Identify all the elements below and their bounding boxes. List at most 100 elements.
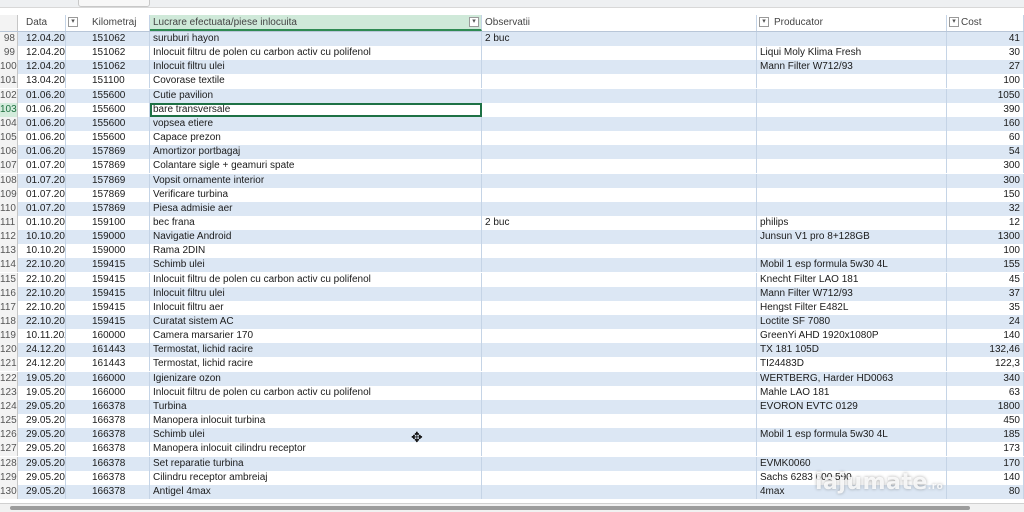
cell-producator[interactable] xyxy=(757,32,947,46)
cell-lucrare[interactable]: Manopera inlocuit turbina xyxy=(150,414,482,429)
cell-kilometraj[interactable]: 159000 xyxy=(66,230,150,245)
cell-lucrare[interactable]: Turbina xyxy=(150,399,482,414)
cell-observatii[interactable] xyxy=(482,173,757,188)
row-number[interactable]: 116 xyxy=(0,286,18,301)
row-number[interactable]: 115 xyxy=(0,272,18,287)
cell-date[interactable]: 22.10.2022 xyxy=(18,272,66,287)
cell-cost[interactable]: 300 xyxy=(947,173,1024,188)
cell-producator[interactable]: TX 181 105D xyxy=(757,343,947,358)
cell-lucrare[interactable]: Capace prezon xyxy=(150,131,482,146)
row-number[interactable]: 108 xyxy=(0,173,18,188)
cell-kilometraj[interactable]: 151100 xyxy=(66,74,150,89)
cell-observatii[interactable] xyxy=(482,414,757,429)
row-number[interactable]: 119 xyxy=(0,329,18,344)
cell-date[interactable]: 01.06.2022 xyxy=(18,131,66,146)
cell-date[interactable]: 29.05.2023 xyxy=(18,484,66,499)
row-number[interactable]: 123 xyxy=(0,385,18,400)
cell-producator[interactable] xyxy=(757,102,947,117)
cell-observatii[interactable] xyxy=(482,315,757,329)
cell-date[interactable]: 01.07.2022 xyxy=(18,173,66,188)
cell-observatii[interactable] xyxy=(482,385,757,400)
cell-observatii[interactable] xyxy=(482,201,757,216)
cell-lucrare[interactable]: Covorase textile xyxy=(150,74,482,89)
cell-observatii[interactable] xyxy=(482,46,757,61)
cell-lucrare[interactable]: Set reparatie turbina xyxy=(150,456,482,471)
cell-cost[interactable]: 140 xyxy=(947,329,1024,344)
cell-lucrare[interactable]: Igienizare ozon xyxy=(150,371,482,386)
cell-lucrare[interactable]: Inlocuit filtru ulei xyxy=(150,286,482,301)
cell-kilometraj[interactable]: 161443 xyxy=(66,357,150,372)
cell-date[interactable]: 29.05.2023 xyxy=(18,456,66,471)
cell-date[interactable]: 19.05.2023 xyxy=(18,385,66,400)
cell-kilometraj[interactable]: 166378 xyxy=(66,470,150,485)
cell-kilometraj[interactable]: 157869 xyxy=(66,173,150,188)
cell-observatii[interactable] xyxy=(482,131,757,146)
cell-cost[interactable]: 155 xyxy=(947,258,1024,273)
row-number[interactable]: 130 xyxy=(0,484,18,499)
cell-lucrare[interactable]: Inlocuit filtru de polen cu carbon activ… xyxy=(150,385,482,400)
row-number[interactable]: 105 xyxy=(0,131,18,146)
cell-producator[interactable]: Liqui Moly Klima Fresh xyxy=(757,46,947,61)
row-number[interactable]: 106 xyxy=(0,145,18,160)
row-number[interactable]: 128 xyxy=(0,456,18,471)
row-number[interactable]: 129 xyxy=(0,470,18,485)
cell-date[interactable]: 01.06.2022 xyxy=(18,116,66,131)
cell-observatii[interactable] xyxy=(482,428,757,443)
cell-producator[interactable]: philips xyxy=(757,215,947,230)
row-number[interactable]: 121 xyxy=(0,357,18,372)
cell-kilometraj[interactable]: 151062 xyxy=(66,60,150,75)
cell-producator[interactable]: Mobil 1 esp formula 5w30 4L xyxy=(757,258,947,273)
cell-lucrare[interactable]: vopsea etiere xyxy=(150,116,482,131)
cell-lucrare[interactable]: bec frana xyxy=(150,215,482,230)
cell-cost[interactable]: 32 xyxy=(947,201,1024,216)
cell-kilometraj[interactable]: 159415 xyxy=(66,300,150,315)
cell-lucrare[interactable]: Inlocuit filtru aer xyxy=(150,300,482,315)
cell-date[interactable]: 24.12.2022 xyxy=(18,357,66,372)
cell-producator[interactable] xyxy=(757,414,947,429)
cell-producator[interactable] xyxy=(757,88,947,103)
filter-dropdown-icon[interactable]: ▾ xyxy=(68,17,78,27)
cell-producator[interactable]: Loctite SF 7080 xyxy=(757,315,947,329)
row-number[interactable]: 112 xyxy=(0,230,18,245)
cell-producator[interactable] xyxy=(757,173,947,188)
cell-lucrare[interactable]: Schimb ulei xyxy=(150,428,482,443)
cell-date[interactable]: 29.05.2023 xyxy=(18,414,66,429)
cell-producator[interactable] xyxy=(757,159,947,174)
cell-observatii[interactable] xyxy=(482,357,757,372)
cell-date[interactable]: 01.07.2022 xyxy=(18,187,66,202)
cell-cost[interactable]: 54 xyxy=(947,145,1024,160)
row-number[interactable]: 118 xyxy=(0,315,18,329)
cell-observatii[interactable] xyxy=(482,470,757,485)
cell-lucrare[interactable]: Antigel 4max xyxy=(150,484,482,499)
cell-lucrare[interactable]: Inlocuit filtru de polen cu carbon activ… xyxy=(150,272,482,287)
cell-cost[interactable]: 60 xyxy=(947,131,1024,146)
cell-kilometraj[interactable]: 159415 xyxy=(66,286,150,301)
cell-date[interactable]: 29.05.2023 xyxy=(18,399,66,414)
cell-date[interactable]: 01.06.2022 xyxy=(18,145,66,160)
cell-lucrare[interactable]: suruburi hayon xyxy=(150,32,482,46)
cell-lucrare[interactable]: Vopsit ornamente interior xyxy=(150,173,482,188)
row-number[interactable]: 98 xyxy=(0,32,18,46)
cell-date[interactable]: 12.04.2022 xyxy=(18,46,66,61)
cell-kilometraj[interactable]: 159415 xyxy=(66,258,150,273)
cell-cost[interactable]: 132,46 xyxy=(947,343,1024,358)
cell-producator[interactable]: Mobil 1 esp formula 5w30 4L xyxy=(757,428,947,443)
cell-cost[interactable]: 41 xyxy=(947,32,1024,46)
cell-lucrare[interactable]: Termostat, lichid racire xyxy=(150,357,482,372)
cell-observatii[interactable] xyxy=(482,102,757,117)
cell-observatii[interactable] xyxy=(482,258,757,273)
cell-observatii[interactable] xyxy=(482,442,757,457)
cell-producator[interactable] xyxy=(757,244,947,259)
cell-kilometraj[interactable]: 155600 xyxy=(66,102,150,117)
row-number[interactable]: 114 xyxy=(0,258,18,273)
cell-lucrare[interactable]: Inlocuit filtru de polen cu carbon activ… xyxy=(150,46,482,61)
cell-lucrare[interactable]: Rama 2DIN xyxy=(150,244,482,259)
cell-producator[interactable] xyxy=(757,74,947,89)
cell-producator[interactable]: GreenYi AHD 1920x1080P xyxy=(757,329,947,344)
cell-observatii[interactable] xyxy=(482,116,757,131)
cell-cost[interactable]: 12 xyxy=(947,215,1024,230)
row-number[interactable]: 111 xyxy=(0,215,18,230)
cell-kilometraj[interactable]: 166378 xyxy=(66,428,150,443)
cell-observatii[interactable] xyxy=(482,484,757,499)
cell-lucrare[interactable]: Termostat, lichid racire xyxy=(150,343,482,358)
